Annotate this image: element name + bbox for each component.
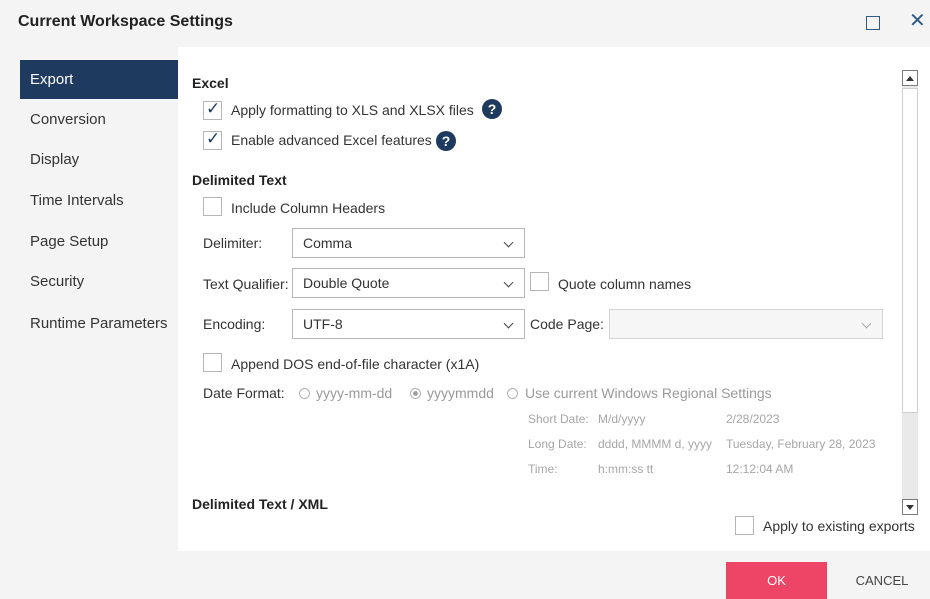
delimited-text-heading: Delimited Text: [192, 172, 287, 188]
quote-column-names-label: Quote column names: [558, 276, 692, 292]
chevron-down-icon: [503, 277, 514, 288]
chevron-down-icon: [861, 318, 872, 329]
advanced-excel-label: Enable advanced Excel features: [231, 132, 432, 148]
title-bar: Current Workspace Settings ✕: [0, 0, 930, 47]
apply-formatting-label: Apply formatting to XLS and XLSX files: [231, 102, 474, 118]
maximize-icon[interactable]: [866, 16, 880, 30]
help-icon[interactable]: ?: [482, 99, 502, 119]
apply-existing-label: Apply to existing exports: [763, 518, 915, 534]
advanced-excel-checkbox[interactable]: [203, 129, 222, 150]
cancel-button[interactable]: CANCEL: [834, 562, 930, 599]
encoding-value: UTF-8: [303, 316, 343, 332]
delimiter-value: Comma: [303, 235, 353, 251]
sidebar-item-conversion[interactable]: Conversion: [20, 100, 178, 139]
date-format-option-label: Use current Windows Regional Settings: [525, 385, 772, 401]
time-pattern: h:mm:ss tt: [598, 462, 654, 476]
apply-formatting-checkbox[interactable]: [203, 99, 222, 120]
short-date-example: 2/28/2023: [726, 412, 780, 426]
scrollbar-thumb[interactable]: [902, 88, 918, 413]
date-format-radio-regional[interactable]: [507, 388, 518, 399]
window-title: Current Workspace Settings: [18, 13, 233, 30]
sidebar-item-runtime-parameters[interactable]: Runtime Parameters: [20, 304, 178, 343]
include-headers-checkbox[interactable]: [203, 197, 222, 216]
chevron-down-icon: [503, 318, 514, 329]
encoding-select[interactable]: UTF-8: [292, 309, 525, 339]
sidebar: Export Conversion Display Time Intervals…: [0, 47, 178, 551]
scroll-up-icon[interactable]: [902, 70, 918, 86]
short-date-label: Short Date:: [528, 412, 589, 426]
delimiter-select[interactable]: Comma: [292, 228, 525, 258]
encoding-label: Encoding:: [203, 316, 266, 332]
include-headers-label: Include Column Headers: [231, 200, 386, 216]
text-qualifier-value: Double Quote: [303, 275, 390, 291]
long-date-example: Tuesday, February 28, 2023: [726, 437, 876, 451]
close-icon[interactable]: ✕: [909, 11, 926, 31]
date-format-radio-yyyymmdd[interactable]: [410, 388, 421, 399]
scroll-down-icon[interactable]: [902, 499, 918, 515]
help-icon[interactable]: ?: [436, 131, 456, 151]
date-format-label: Date Format:: [203, 385, 285, 401]
time-example: 12:12:04 AM: [726, 462, 794, 476]
sidebar-item-security[interactable]: Security: [20, 262, 178, 301]
time-label: Time:: [528, 462, 558, 476]
date-format-option-label: yyyymmdd: [427, 385, 494, 401]
sidebar-item-display[interactable]: Display: [20, 140, 178, 179]
excel-heading: Excel: [192, 75, 229, 91]
ok-button[interactable]: OK: [726, 562, 827, 599]
append-dos-checkbox[interactable]: [203, 353, 222, 372]
quote-column-names-checkbox[interactable]: [530, 272, 549, 291]
delimited-xml-heading: Delimited Text / XML: [192, 496, 328, 512]
chevron-down-icon: [503, 237, 514, 248]
date-format-radio-yyyy-mm-dd[interactable]: [299, 388, 310, 399]
sidebar-item-time-intervals[interactable]: Time Intervals: [20, 181, 178, 220]
text-qualifier-select[interactable]: Double Quote: [292, 268, 525, 298]
apply-existing-checkbox[interactable]: [735, 516, 754, 535]
text-qualifier-label: Text Qualifier:: [203, 276, 289, 292]
delimiter-label: Delimiter:: [203, 235, 263, 251]
sidebar-item-page-setup[interactable]: Page Setup: [20, 222, 178, 261]
vertical-scrollbar[interactable]: [902, 70, 918, 515]
date-format-option-label: yyyy-mm-dd: [316, 385, 393, 401]
sidebar-item-export[interactable]: Export: [20, 60, 178, 99]
code-page-label: Code Page:: [530, 316, 604, 332]
append-dos-label: Append DOS end-of-file character (x1A): [231, 356, 480, 372]
short-date-pattern: M/d/yyyy: [598, 412, 646, 426]
code-page-select[interactable]: [609, 309, 883, 339]
long-date-pattern: dddd, MMMM d, yyyy: [598, 437, 713, 451]
long-date-label: Long Date:: [528, 437, 587, 451]
